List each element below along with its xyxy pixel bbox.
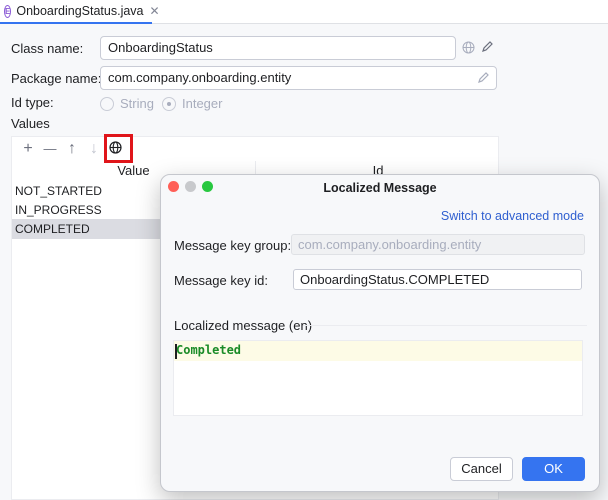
localized-message-section-label: Localized message (en) <box>174 318 313 333</box>
package-name-label: Package name: <box>11 71 102 86</box>
enum-icon: E <box>4 4 12 18</box>
remove-icon[interactable]: — <box>41 140 59 158</box>
localized-message-dialog: Localized Message Switch to advanced mod… <box>160 174 600 492</box>
radio-circle <box>100 96 114 111</box>
radio-label: Integer <box>182 96 223 111</box>
editor-tab-bar: E OnboardingStatus.java ✕ <box>0 0 608 24</box>
id-type-label: Id type: <box>11 95 54 110</box>
section-divider <box>303 325 587 326</box>
edit-pencil-icon[interactable] <box>477 71 490 87</box>
radio-circle <box>162 96 176 111</box>
localized-message-editor[interactable]: Completed <box>173 340 583 416</box>
message-key-id-label: Message key id: <box>174 273 268 288</box>
localize-globe-icon[interactable] <box>109 141 122 157</box>
tab-onboarding-status[interactable]: E OnboardingStatus.java ✕ <box>0 0 160 24</box>
message-key-id-field[interactable]: OnboardingStatus.COMPLETED <box>293 269 582 290</box>
table-row[interactable]: IN_PROGRESS <box>12 200 162 220</box>
package-name-field[interactable]: com.company.onboarding.entity <box>100 66 497 90</box>
globe-icon[interactable] <box>462 41 475 57</box>
switch-advanced-mode-link[interactable]: Switch to advanced mode <box>441 209 584 223</box>
table-row[interactable]: NOT_STARTED <box>12 181 162 201</box>
close-icon[interactable]: ✕ <box>150 4 160 18</box>
values-label: Values <box>11 116 50 131</box>
radio-label: String <box>120 96 154 111</box>
class-name-label: Class name: <box>11 41 84 56</box>
dialog-title: Localized Message <box>323 181 437 195</box>
values-toolbar: + — ↑ ↓ <box>12 134 498 163</box>
class-name-field[interactable]: OnboardingStatus <box>100 36 456 60</box>
tab-label: OnboardingStatus.java <box>16 4 144 18</box>
id-type-string-radio[interactable]: String <box>100 96 154 111</box>
message-key-group-field: com.company.onboarding.entity <box>291 234 585 255</box>
edit-pencil-icon[interactable] <box>481 40 494 56</box>
move-down-icon: ↓ <box>90 140 98 157</box>
message-key-group-label: Message key group: <box>174 238 292 253</box>
add-icon[interactable]: + <box>19 140 37 158</box>
move-up-icon[interactable]: ↑ <box>63 140 81 158</box>
cancel-button[interactable]: Cancel <box>450 457 513 481</box>
table-row-selected[interactable]: COMPLETED <box>12 219 162 239</box>
message-text: Completed <box>176 343 242 357</box>
id-type-integer-radio[interactable]: Integer <box>162 96 222 111</box>
ok-button[interactable]: OK <box>522 457 585 481</box>
